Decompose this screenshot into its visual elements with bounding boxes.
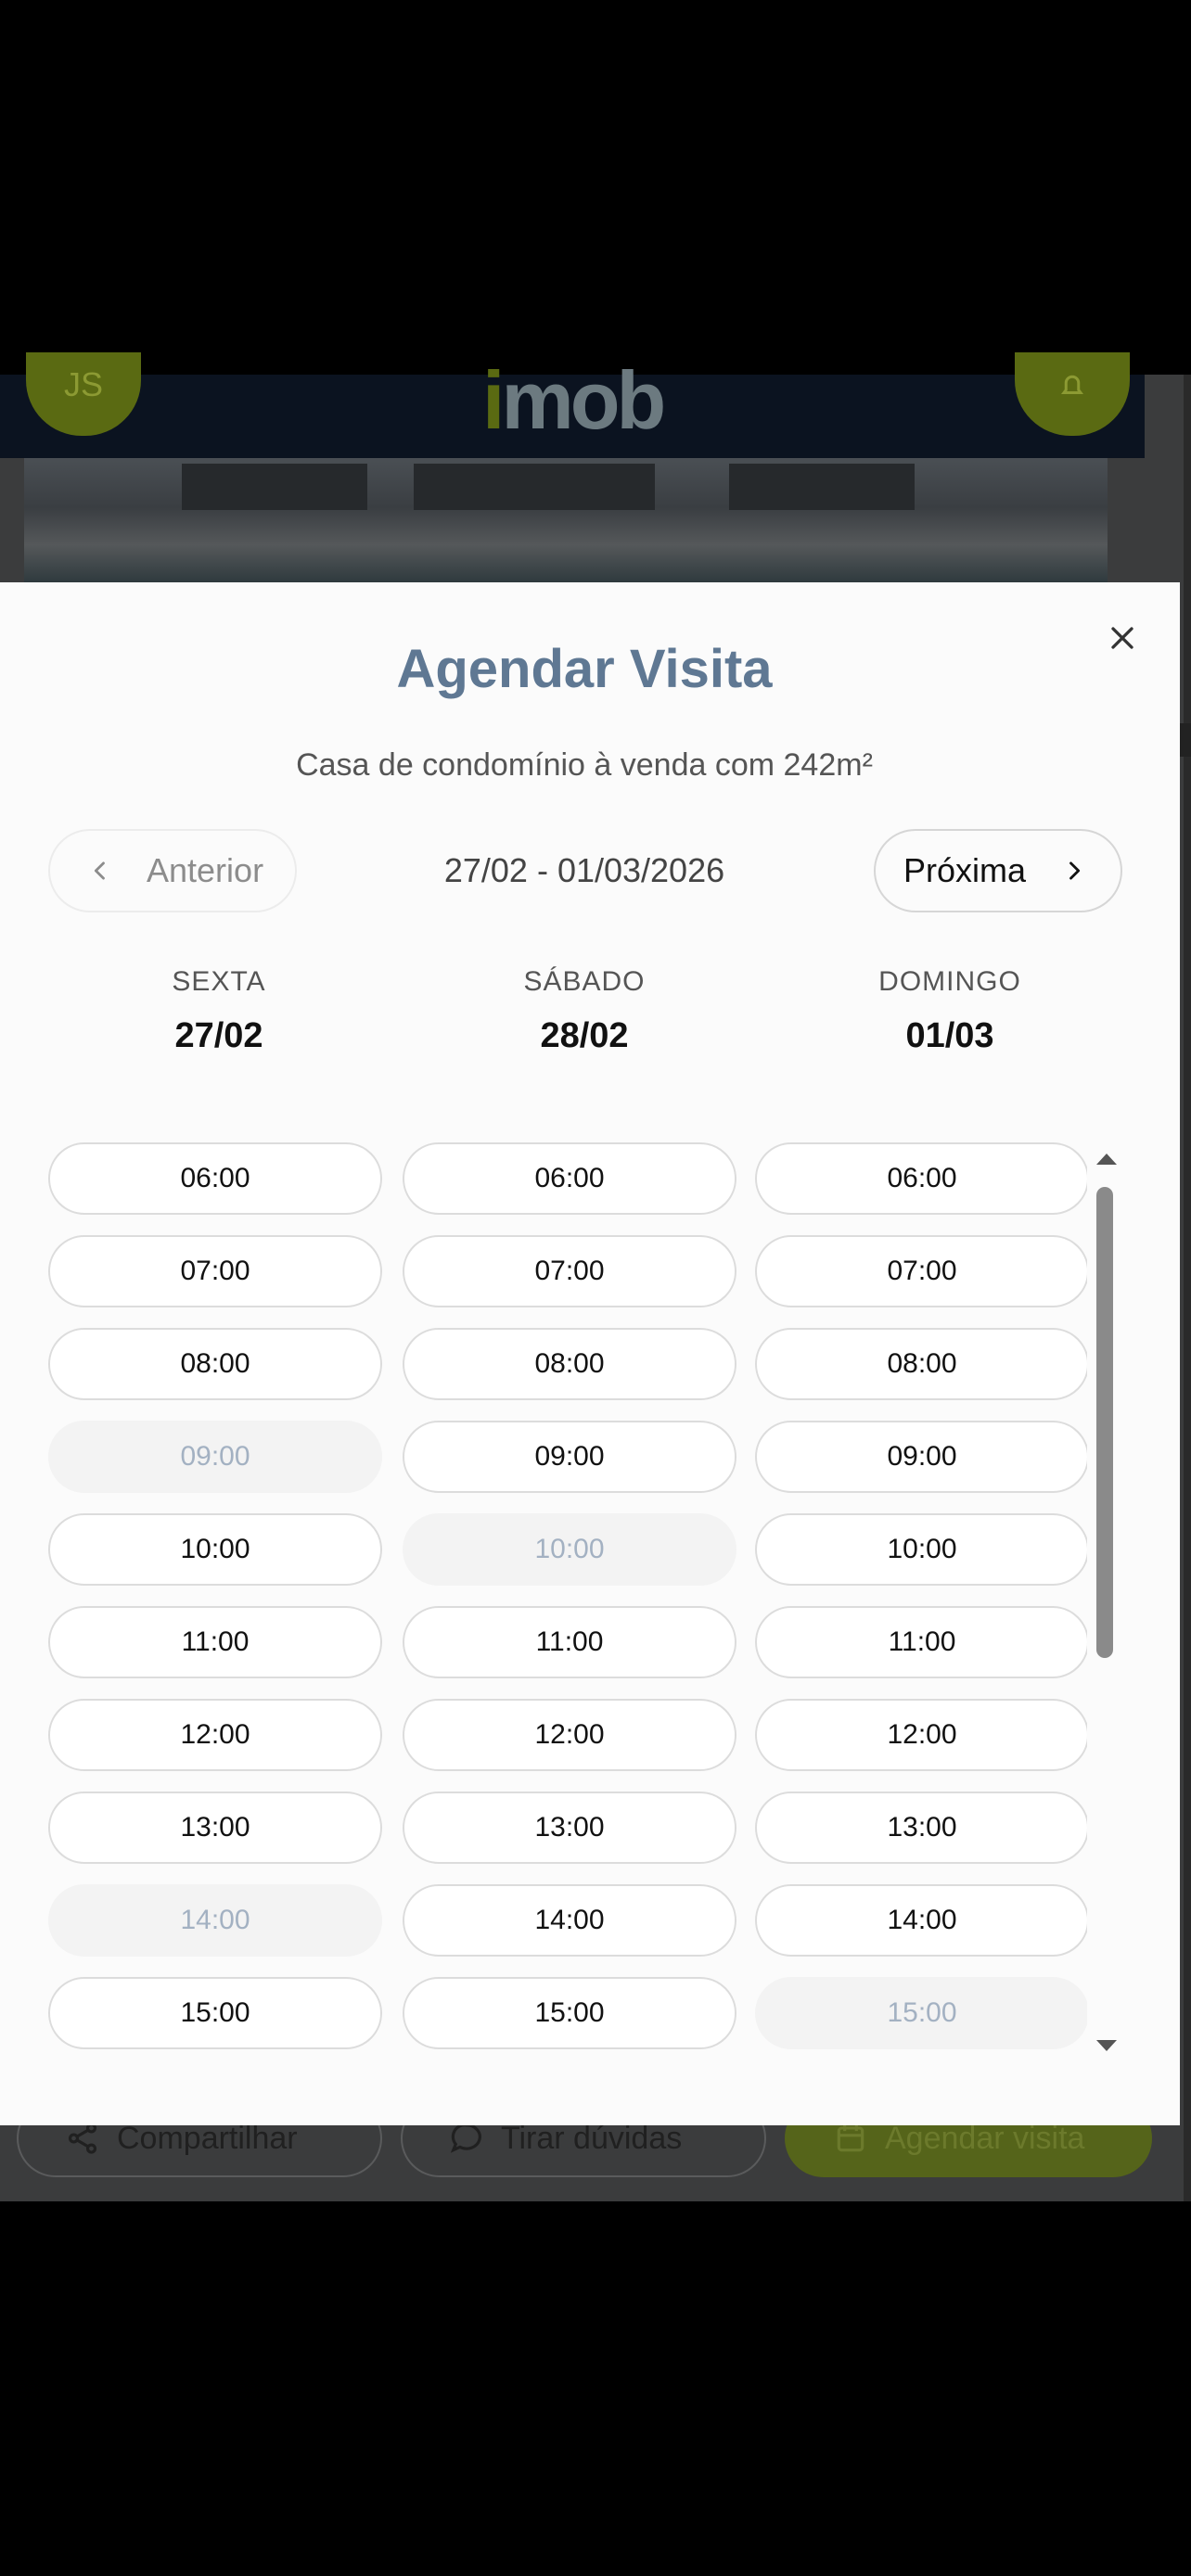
time-slot-button[interactable]: 08:00 [48,1328,382,1400]
time-slot-button[interactable]: 11:00 [755,1606,1087,1678]
bell-icon [1061,375,1083,394]
time-slot-button[interactable]: 12:00 [755,1699,1087,1771]
time-slot-unavailable: 10:00 [403,1513,736,1586]
page-scrollbar-track [1184,375,1191,2201]
time-slot-unavailable: 09:00 [48,1421,382,1493]
app-logo: imob [482,360,724,441]
logo-letter-i: i [482,354,506,446]
property-subtitle: Casa de condomínio à venda com 242m² [296,747,873,783]
time-slot-button[interactable]: 06:00 [403,1142,736,1215]
time-slot-button[interactable]: 08:00 [403,1328,736,1400]
time-slot-unavailable: 15:00 [755,1977,1087,2049]
time-slot-button[interactable]: 08:00 [755,1328,1087,1400]
time-slot-button[interactable]: 10:00 [755,1513,1087,1586]
slots-column-saturday: 06:00 07:00 08:00 09:00 10:00 11:00 12:00 13:00… [403,1142,736,2070]
day-name: SÁBADO [523,966,646,997]
time-slot-button[interactable]: 15:00 [48,1977,382,2049]
day-name: DOMINGO [878,966,1021,997]
next-label: Próxima [903,851,1027,889]
time-slot-button[interactable]: 07:00 [755,1235,1087,1307]
time-slot-button[interactable]: 09:00 [755,1421,1087,1493]
page-scrollbar-thumb[interactable] [1180,723,1191,757]
day-header-sunday: DOMINGO 01/03 [774,966,1126,1056]
time-slot-button[interactable]: 11:00 [403,1606,736,1678]
time-slot-button[interactable]: 07:00 [48,1235,382,1307]
schedule-visit-modal: Agendar Visita Casa de condomínio à vend… [0,582,1180,2125]
chevron-right-icon [1069,861,1081,880]
ask-questions-label: Tirar dúvidas [501,2120,683,2156]
modal-title: Agendar Visita [396,639,773,699]
logo-text: mob [501,354,666,446]
chevron-left-icon [94,861,105,880]
time-slot-button[interactable]: 14:00 [755,1884,1087,1957]
time-slot-button[interactable]: 06:00 [755,1142,1087,1215]
time-slot-button[interactable]: 07:00 [403,1235,736,1307]
time-slot-button[interactable]: 15:00 [403,1977,736,2049]
day-date: 01/03 [905,1016,994,1055]
chat-bubble-icon [450,2123,481,2153]
day-header-friday: SEXTA 27/02 [43,966,395,1056]
previous-week-button[interactable]: Anterior [48,829,297,912]
day-name: SEXTA [172,966,266,997]
day-date: 28/02 [540,1016,629,1055]
time-slot-button[interactable]: 10:00 [48,1513,382,1586]
schedule-visit-label: Agendar visita [885,2120,1085,2156]
time-slot-button[interactable]: 13:00 [755,1792,1087,1864]
time-slot-button[interactable]: 13:00 [48,1792,382,1864]
slots-column-friday: 06:00 07:00 08:00 09:00 10:00 11:00 12:00 13:00… [48,1142,382,2070]
previous-label: Anterior [147,851,264,889]
time-slots-grid[interactable]: 06:00 07:00 08:00 09:00 10:00 11:00 12:00 13:00… [48,1142,1087,2094]
share-label: Compartilhar [117,2120,298,2156]
day-date: 27/02 [174,1016,263,1055]
property-photo [24,458,1108,582]
calendar-icon [837,2124,864,2152]
time-slot-button[interactable]: 12:00 [48,1699,382,1771]
day-header-saturday: SÁBADO 28/02 [408,966,761,1056]
share-icon [68,2123,97,2154]
time-slot-button[interactable]: 11:00 [48,1606,382,1678]
date-range: 27/02 - 01/03/2026 [443,851,725,889]
scroll-down-arrow[interactable] [1096,2040,1117,2051]
time-slot-button[interactable]: 13:00 [403,1792,736,1864]
time-slot-button[interactable]: 09:00 [403,1421,736,1493]
slots-column-sunday: 06:00 07:00 08:00 09:00 10:00 11:00 12:00 13:00… [755,1142,1087,2070]
time-slot-button[interactable]: 12:00 [403,1699,736,1771]
next-week-button[interactable]: Próxima [874,829,1122,912]
time-slot-button[interactable]: 14:00 [403,1884,736,1957]
time-slot-unavailable: 14:00 [48,1884,382,1957]
scroll-up-arrow[interactable] [1096,1154,1117,1165]
time-slot-button[interactable]: 06:00 [48,1142,382,1215]
slots-scrollbar-thumb[interactable] [1096,1187,1113,1658]
